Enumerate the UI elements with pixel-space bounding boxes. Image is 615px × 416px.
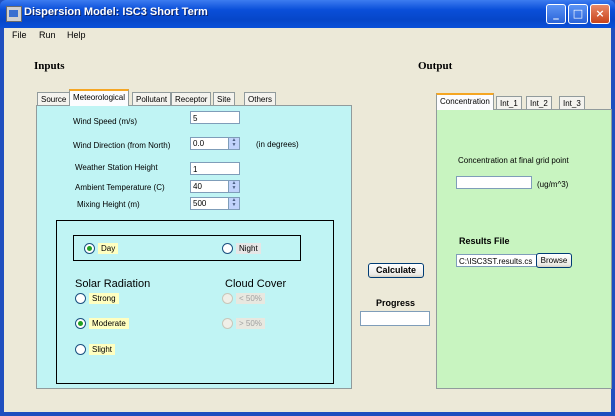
tab-source[interactable]: Source — [37, 92, 71, 106]
mixing-height-spinner[interactable]: 500 ▲ ▼ — [190, 197, 240, 210]
cloud-cover-heading: Cloud Cover — [225, 278, 287, 290]
night-radio[interactable]: Night — [222, 243, 261, 254]
spinner-arrows-icon[interactable]: ▲ ▼ — [228, 181, 239, 192]
calculate-button[interactable]: Calculate — [368, 263, 424, 278]
close-button[interactable]: × — [590, 4, 610, 24]
radio-checked-icon — [84, 243, 95, 254]
radio-disabled-icon — [222, 318, 233, 329]
radio-unchecked-icon — [222, 243, 233, 254]
menu-bar: File Run Help — [4, 28, 611, 46]
maximize-button[interactable]: □ — [568, 4, 588, 24]
slight-radio[interactable]: Slight — [75, 344, 116, 355]
wind-direction-spinner[interactable]: 0.0 ▲ ▼ — [190, 137, 240, 150]
station-height-input[interactable]: 1 — [190, 162, 240, 175]
wind-direction-unit: (in degrees) — [256, 140, 299, 149]
tab-meteorological[interactable]: Meteorological — [69, 89, 130, 106]
browse-button[interactable]: Browse — [536, 253, 572, 268]
window-title: Dispersion Model: ISC3 Short Term — [24, 6, 208, 18]
tab-concentration[interactable]: Concentration — [436, 93, 494, 110]
app-window: Dispersion Model: ISC3 Short Term _ □ × … — [0, 0, 615, 416]
client-area: File Run Help Inputs Output Source Meteo… — [4, 28, 612, 412]
radio-checked-icon — [75, 318, 86, 329]
wind-speed-input[interactable]: 5 — [190, 111, 240, 124]
radio-unchecked-icon — [75, 293, 86, 304]
solar-radiation-heading: Solar Radiation — [75, 278, 151, 290]
slight-label: Slight — [89, 344, 116, 355]
results-file-heading: Results File — [459, 236, 510, 246]
tab-pollutant[interactable]: Pollutant — [132, 92, 172, 106]
progress-box — [360, 311, 430, 326]
ambient-temp-value: 40 — [193, 182, 202, 191]
inputs-heading: Inputs — [34, 60, 65, 72]
minimize-button[interactable]: _ — [546, 4, 566, 24]
station-height-label: Weather Station Height — [75, 163, 158, 172]
wind-direction-value: 0.0 — [193, 139, 205, 148]
day-night-group: Day Night — [73, 235, 301, 261]
strong-radio[interactable]: Strong — [75, 293, 119, 304]
concentration-value-field[interactable] — [456, 176, 532, 189]
spinner-arrows-icon[interactable]: ▲ ▼ — [228, 138, 239, 149]
cloud-more-50-label: > 50% — [236, 318, 265, 329]
tab-int-3[interactable]: Int_3 — [559, 96, 585, 110]
radio-unchecked-icon — [75, 344, 86, 355]
conditions-group: Day Night Solar Radiation Cloud Cover St… — [56, 220, 334, 384]
output-heading: Output — [418, 60, 453, 72]
moderate-label: Moderate — [89, 318, 129, 329]
meteorological-panel: Wind Speed (m/s) 5 Wind Direction (from … — [36, 105, 352, 389]
wind-speed-label: Wind Speed (m/s) — [73, 117, 138, 126]
day-radio[interactable]: Day — [84, 243, 119, 254]
strong-label: Strong — [89, 293, 119, 304]
night-label: Night — [236, 243, 261, 254]
spinner-arrows-icon[interactable]: ▲ ▼ — [228, 198, 239, 209]
menu-run[interactable]: Run — [39, 30, 56, 40]
radio-disabled-icon — [222, 293, 233, 304]
menu-file[interactable]: File — [12, 30, 27, 40]
ambient-temp-label: Ambient Temperature (C) — [75, 183, 165, 192]
tab-site[interactable]: Site — [213, 92, 235, 106]
moderate-radio[interactable]: Moderate — [75, 318, 129, 329]
menu-help[interactable]: Help — [67, 30, 86, 40]
tab-int-1[interactable]: Int_1 — [496, 96, 522, 110]
day-label: Day — [98, 243, 119, 254]
concentration-label: Concentration at final grid point — [458, 156, 569, 165]
tab-int-2[interactable]: Int_2 — [526, 96, 552, 110]
title-bar[interactable]: Dispersion Model: ISC3 Short Term _ □ × — [0, 0, 615, 28]
ambient-temp-spinner[interactable]: 40 ▲ ▼ — [190, 180, 240, 193]
cloud-more-50-radio[interactable]: > 50% — [222, 318, 265, 329]
mixing-height-label: Mixing Height (m) — [77, 200, 140, 209]
concentration-panel: Concentration at final grid point (ug/m^… — [436, 109, 612, 389]
results-path-input[interactable]: C:\ISC3ST.results.cs — [456, 254, 537, 267]
cloud-less-50-radio[interactable]: < 50% — [222, 293, 265, 304]
tab-receptor[interactable]: Receptor — [171, 92, 212, 106]
concentration-unit: (ug/m^3) — [537, 180, 569, 189]
cloud-less-50-label: < 50% — [236, 293, 265, 304]
progress-label: Progress — [376, 298, 416, 308]
tab-others[interactable]: Others — [244, 92, 277, 106]
mixing-height-value: 500 — [193, 199, 207, 208]
wind-direction-label: Wind Direction (from North) — [73, 141, 171, 150]
app-icon — [6, 6, 22, 22]
